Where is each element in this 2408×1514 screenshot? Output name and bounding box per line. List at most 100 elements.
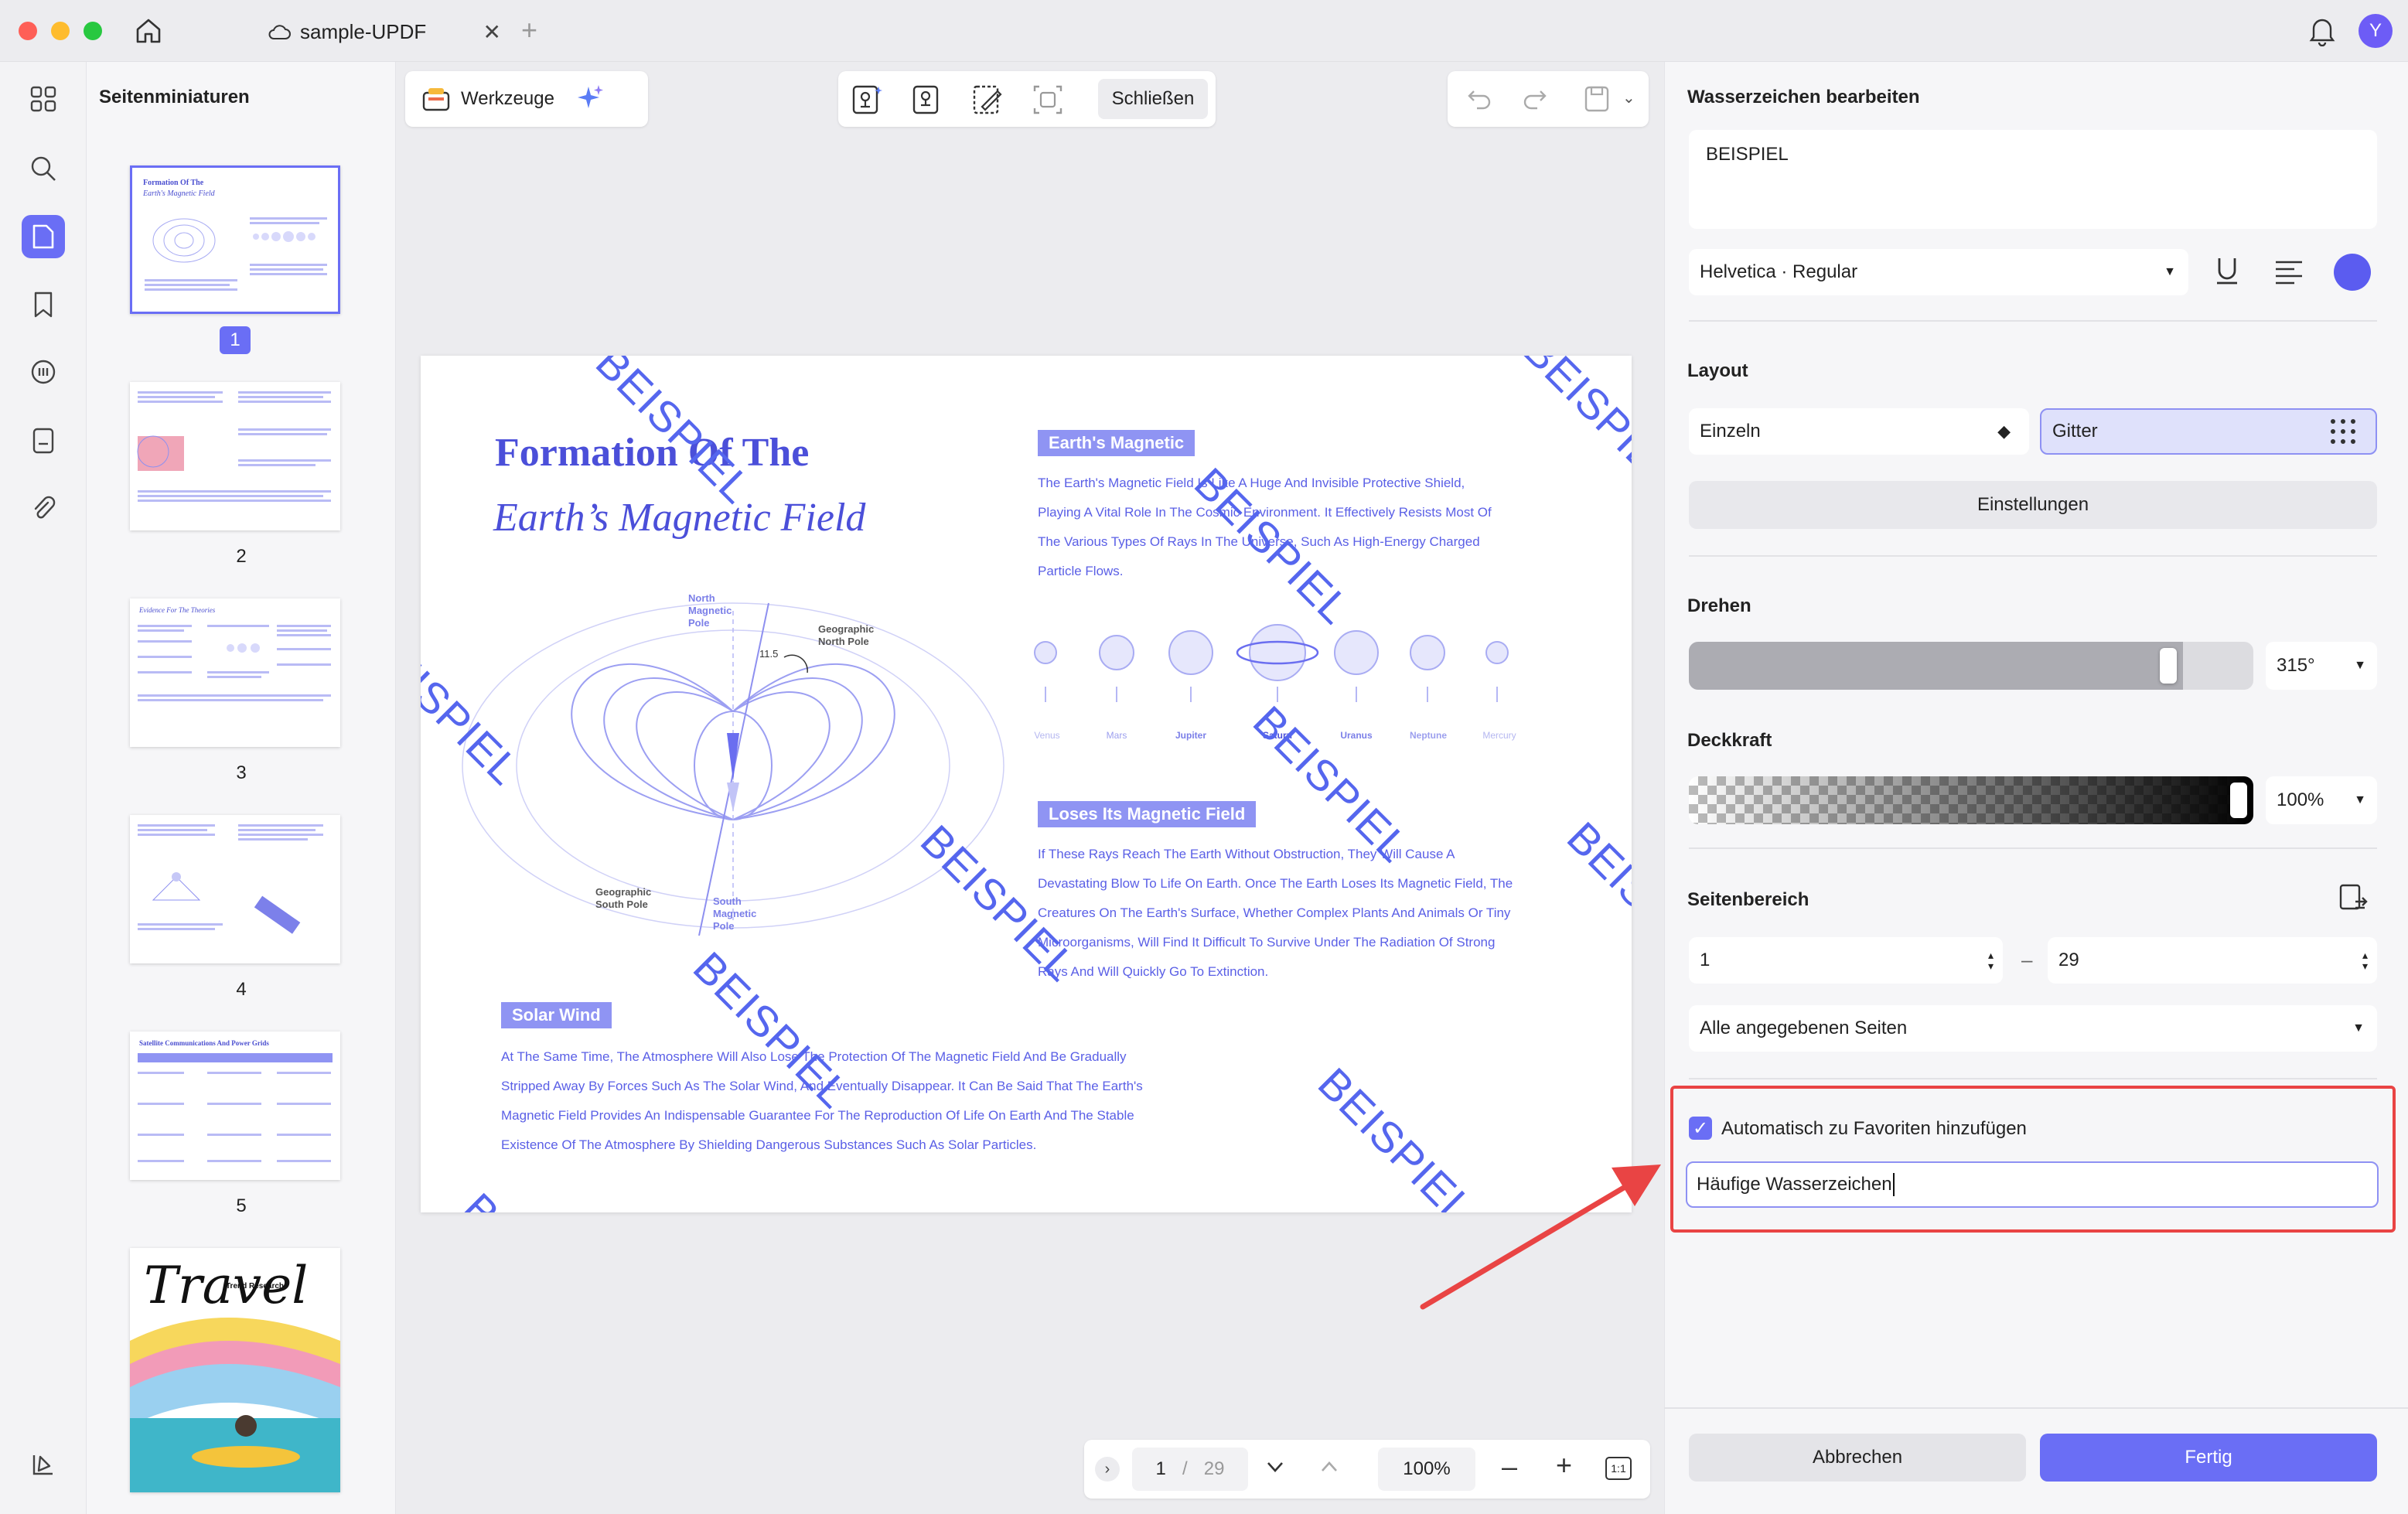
bookmark-icon[interactable] bbox=[22, 283, 65, 326]
zoom-out-button[interactable]: – bbox=[1502, 1451, 1517, 1483]
attachment-icon[interactable] bbox=[22, 487, 65, 530]
ai-sparkle-icon[interactable] bbox=[575, 84, 605, 114]
dropdown-arrow-icon: ▼ bbox=[2354, 659, 2366, 672]
page-range-from: 1 bbox=[1700, 950, 1710, 970]
watermark-text-input[interactable]: BEISPIEL bbox=[1689, 130, 2377, 229]
save-options-chevron-icon[interactable]: ⌄ bbox=[1622, 88, 1635, 107]
text-color-swatch[interactable] bbox=[2334, 254, 2371, 291]
section-earths-magnetic-heading: Earth's Magnetic bbox=[1038, 430, 1195, 456]
minimize-window-button[interactable] bbox=[51, 22, 70, 40]
form-icon[interactable] bbox=[22, 419, 65, 462]
stepper-icon[interactable]: ▴ ▾ bbox=[2362, 950, 2368, 971]
page-range-to-input[interactable]: 29 ▴ ▾ bbox=[2048, 937, 2377, 984]
layout-grid-option[interactable]: Gitter bbox=[2040, 408, 2377, 455]
layout-single-option[interactable]: Einzeln ◆ bbox=[1689, 408, 2029, 455]
pages-icon[interactable] bbox=[22, 215, 65, 258]
label-geographic-south: Geographic South Pole bbox=[595, 886, 652, 910]
search-icon[interactable] bbox=[22, 147, 65, 190]
align-icon[interactable] bbox=[2273, 258, 2304, 286]
settings-button[interactable]: Einstellungen bbox=[1689, 481, 2377, 529]
thumb-page-number-5: 5 bbox=[236, 1195, 247, 1216]
close-tab-icon[interactable]: ✕ bbox=[483, 19, 501, 45]
comment-icon[interactable] bbox=[22, 351, 65, 394]
tools-button[interactable]: Werkzeuge bbox=[461, 88, 554, 110]
zoom-level[interactable]: 100% bbox=[1378, 1448, 1475, 1491]
document-tab[interactable]: sample-UPDF ✕ bbox=[255, 9, 507, 54]
opacity-value-select[interactable]: 100% ▼ bbox=[2266, 776, 2377, 824]
history-toolbar: ⌄ bbox=[1448, 71, 1649, 127]
divider bbox=[1689, 1078, 2377, 1079]
opacity-slider[interactable] bbox=[1689, 776, 2253, 824]
pdf-page: Formation Of The Earth’s Magnetic Field … bbox=[421, 356, 1632, 1212]
undo-icon[interactable] bbox=[1466, 87, 1492, 111]
rotate-value-select[interactable]: 315° ▼ bbox=[2266, 642, 2377, 690]
header-footer-icon[interactable] bbox=[1032, 84, 1064, 116]
watermark-text: BEISPIEL bbox=[1557, 812, 1632, 988]
page-subset-select[interactable]: Alle angegebenen Seiten ▼ bbox=[1689, 1005, 2377, 1052]
thumb-5-preview bbox=[138, 1053, 333, 1162]
toolbox-icon bbox=[422, 87, 450, 111]
zoom-in-button[interactable]: + bbox=[1556, 1449, 1572, 1482]
text-cursor bbox=[1892, 1173, 1895, 1196]
add-watermark-icon[interactable] bbox=[851, 84, 883, 116]
maximize-window-button[interactable] bbox=[84, 22, 102, 40]
underline-icon[interactable] bbox=[2213, 255, 2241, 288]
footer-divider bbox=[1664, 1407, 2408, 1409]
thumbnail-page-1[interactable]: Formation Of The Earth's Magnetic Field bbox=[130, 165, 340, 314]
tools-toolbar: Werkzeuge bbox=[405, 71, 648, 127]
opacity-label: Deckkraft bbox=[1687, 730, 1772, 751]
thumb-page-number-2: 2 bbox=[236, 546, 247, 567]
font-select[interactable]: Helvetica · Regular ▼ bbox=[1689, 249, 2188, 295]
cancel-button[interactable]: Abbrechen bbox=[1689, 1434, 2026, 1482]
page-subset-value: Alle angegebenen Seiten bbox=[1700, 1018, 1908, 1038]
watermark-stamp-icon[interactable] bbox=[909, 84, 942, 116]
page-range-options-icon[interactable] bbox=[2338, 883, 2369, 914]
close-window-button[interactable] bbox=[19, 22, 37, 40]
planet-label-jupiter: Jupiter bbox=[1175, 730, 1206, 741]
grid-icon[interactable] bbox=[22, 77, 65, 121]
thumbnails-title: Seitenminiaturen bbox=[99, 87, 250, 107]
opacity-slider-handle[interactable] bbox=[2230, 783, 2247, 818]
new-tab-button[interactable]: + bbox=[521, 14, 537, 46]
actual-size-button[interactable]: 1:1 bbox=[1605, 1457, 1632, 1480]
stepper-icon[interactable]: ▴ ▾ bbox=[1988, 950, 1994, 971]
section-loses-field-heading: Loses Its Magnetic Field bbox=[1038, 801, 1257, 827]
thumbnail-page-6[interactable]: Travel Trend Research bbox=[130, 1248, 340, 1492]
thumbnail-page-5[interactable]: Satellite Communications And Power Grids bbox=[130, 1031, 340, 1180]
page-number-input[interactable]: 1 / 29 bbox=[1132, 1448, 1248, 1491]
page-range-label: Seitenbereich bbox=[1687, 889, 1809, 910]
planet-label-neptune: Neptune bbox=[1410, 730, 1447, 741]
background-icon[interactable] bbox=[971, 84, 1004, 116]
diamond-icon: ◆ bbox=[1997, 421, 2011, 441]
layers-icon[interactable] bbox=[22, 1443, 65, 1486]
done-button[interactable]: Fertig bbox=[2040, 1434, 2377, 1482]
rotate-value: 315° bbox=[2277, 655, 2315, 676]
rotate-slider[interactable] bbox=[1689, 642, 2253, 690]
redo-icon[interactable] bbox=[1522, 87, 1548, 111]
rotate-label: Drehen bbox=[1687, 595, 1751, 616]
home-icon[interactable] bbox=[133, 15, 164, 46]
thumb-page-number-4: 4 bbox=[236, 979, 247, 1000]
next-page-chevron-down-icon[interactable] bbox=[1262, 1454, 1288, 1480]
layout-label: Layout bbox=[1687, 360, 1748, 381]
opacity-value: 100% bbox=[2277, 789, 2324, 810]
divider bbox=[1689, 555, 2377, 557]
thumbnail-page-4[interactable] bbox=[130, 815, 340, 963]
page-navigation-bar: › 1 / 29 100% – + 1:1 bbox=[1084, 1440, 1650, 1499]
favorites-checkbox[interactable]: ✓ bbox=[1689, 1117, 1712, 1140]
bell-icon[interactable] bbox=[2309, 15, 2335, 46]
rotate-slider-handle[interactable] bbox=[2160, 648, 2177, 684]
favorite-name-input[interactable]: Häufige Wasserzeichen bbox=[1686, 1161, 2379, 1208]
previous-page-chevron-up-icon[interactable] bbox=[1316, 1454, 1342, 1480]
favorites-checkbox-label[interactable]: Automatisch zu Favoriten hinzufügen bbox=[1721, 1118, 2027, 1140]
title-bar: sample-UPDF ✕ + Y bbox=[0, 0, 2408, 62]
thumbnail-page-3[interactable]: Evidence For The Theories bbox=[130, 598, 340, 747]
thumbnail-page-2[interactable] bbox=[130, 382, 340, 530]
user-avatar[interactable]: Y bbox=[2359, 14, 2393, 48]
save-icon[interactable] bbox=[1584, 85, 1610, 113]
red-arrow-annotation bbox=[1420, 1164, 1661, 1310]
close-watermark-button[interactable]: Schließen bbox=[1098, 79, 1208, 119]
page-range-from-input[interactable]: 1 ▴ ▾ bbox=[1689, 937, 2003, 984]
planet-label-mars: Mars bbox=[1106, 730, 1127, 741]
collapse-pager-chevron-icon[interactable]: › bbox=[1095, 1457, 1120, 1482]
